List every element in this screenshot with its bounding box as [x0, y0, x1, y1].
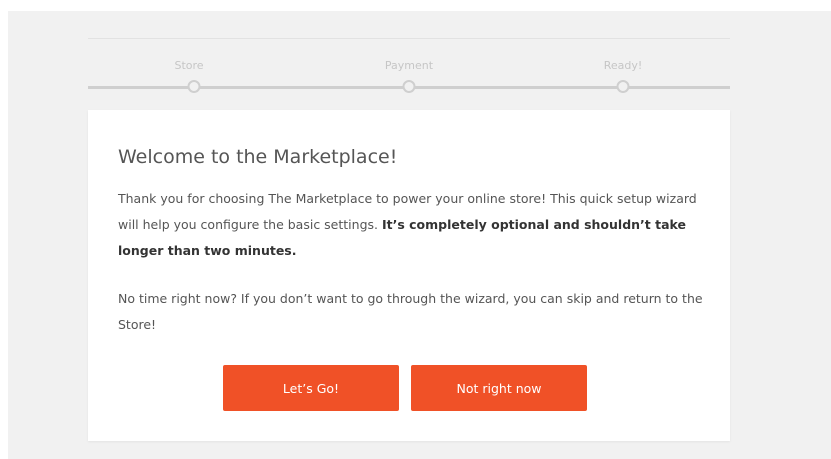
step-dot-payment [402, 80, 416, 93]
step-dot-ready [616, 80, 630, 93]
intro-paragraph: Thank you for choosing The Marketplace t… [118, 186, 708, 264]
step-label-payment: Payment [384, 59, 434, 72]
lets-go-button[interactable]: Let’s Go! [223, 365, 399, 411]
skip-paragraph: No time right now? If you don’t want to … [118, 291, 703, 332]
page-title: Welcome to the Marketplace! [118, 146, 398, 168]
step-label-ready: Ready! [603, 59, 643, 72]
welcome-card: Welcome to the Marketplace! Thank you fo… [88, 110, 730, 441]
not-right-now-button[interactable]: Not right now [411, 365, 587, 411]
setup-progress-steps: Store Payment Ready! [88, 38, 730, 93]
step-label-store: Store [174, 59, 204, 72]
step-dot-store [187, 80, 201, 93]
